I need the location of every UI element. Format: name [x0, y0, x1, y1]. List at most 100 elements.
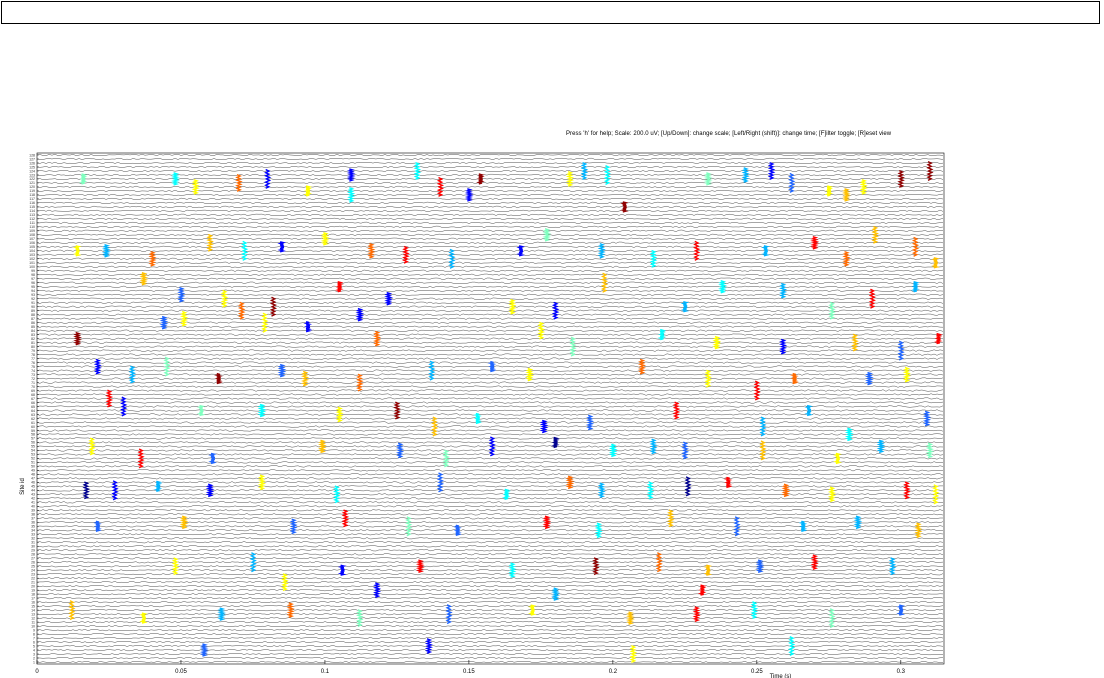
y-tick-label: 83: [31, 333, 35, 337]
y-tick-label: 93: [31, 293, 35, 297]
y-tick-label: 104: [29, 249, 35, 253]
spike-mark: [565, 475, 575, 490]
site-trace-28: [36, 553, 944, 556]
spike-mark: [120, 396, 128, 417]
multichannel-trace-plot[interactable]: 0 0.05 0.1 0.15 0.2 0.25 0.3123456789101112131…: [0, 0, 1104, 678]
spike-mark: [753, 380, 761, 401]
spike-mark: [413, 162, 422, 180]
y-tick-label: 97: [31, 277, 35, 281]
site-trace-47: [36, 477, 944, 480]
spike-mark: [704, 369, 713, 388]
spike-mark: [527, 604, 537, 616]
y-tick-label: 90: [31, 305, 35, 309]
spike-mark: [897, 340, 905, 361]
x-tick-label: 0.25: [751, 669, 763, 675]
spike-mark: [199, 643, 209, 657]
y-tick-label: 18: [31, 592, 35, 596]
y-tick-label: 11: [31, 620, 35, 624]
site-trace-117: [36, 197, 944, 200]
y-tick-label: 15: [31, 604, 35, 608]
y-tick-label: 41: [31, 501, 35, 505]
spike-mark: [741, 167, 750, 183]
y-tick-label: 112: [29, 217, 35, 221]
y-tick-label: 110: [29, 225, 35, 229]
spike-mark: [810, 236, 820, 250]
spike-mark: [88, 437, 96, 456]
y-tick-label: 125: [29, 165, 35, 169]
site-trace-108: [36, 233, 944, 236]
site-trace-78: [36, 353, 944, 356]
site-trace-72: [36, 377, 944, 380]
site-trace-115: [36, 205, 944, 208]
y-tick-label: 47: [31, 477, 35, 481]
site-trace-99: [36, 269, 944, 272]
spike-mark: [139, 272, 149, 286]
y-tick-label: 118: [29, 193, 35, 197]
site-trace-46: [36, 481, 944, 484]
spike-mark: [592, 557, 600, 576]
site-trace-73: [36, 373, 944, 376]
site-trace-128: [36, 154, 944, 156]
site-trace-34: [36, 529, 944, 532]
y-tick-label: 87: [31, 317, 35, 321]
site-trace-83: [36, 333, 944, 336]
site-trace-98: [37, 273, 944, 276]
spike-mark: [373, 330, 382, 347]
site-trace-106: [36, 241, 944, 244]
spike-mark: [235, 173, 243, 192]
spike-mark: [508, 562, 517, 579]
site-trace-85: [36, 325, 944, 328]
y-tick-label: 116: [29, 201, 35, 205]
y-tick-label: 69: [31, 389, 35, 393]
site-trace-41: [36, 501, 944, 504]
site-trace-50: [36, 465, 944, 468]
site-trace-124: [36, 170, 944, 172]
spike-mark: [424, 638, 433, 654]
y-tick-label: 30: [31, 545, 35, 549]
site-trace-42: [36, 497, 944, 500]
y-tick-label: 32: [31, 537, 35, 541]
spike-mark: [289, 518, 298, 535]
y-tick-label: 98: [31, 273, 35, 277]
site-trace-12: [36, 617, 944, 620]
site-trace-66: [36, 401, 944, 404]
y-tick-label: 16: [31, 600, 35, 604]
spike-mark: [681, 441, 690, 460]
spike-mark: [405, 516, 413, 537]
y-tick-label: 113: [29, 213, 35, 217]
site-trace-81: [36, 341, 944, 344]
spike-mark: [111, 480, 119, 501]
y-tick-label: 35: [31, 525, 35, 529]
site-trace-39: [36, 509, 944, 512]
spike-mark: [779, 338, 788, 355]
y-tick-label: 117: [29, 197, 35, 201]
y-tick-label: 44: [31, 489, 35, 493]
y-tick-label: 115: [29, 205, 35, 209]
site-trace-59: [36, 429, 944, 432]
site-trace-3: [36, 653, 944, 655]
spike-mark: [93, 520, 102, 532]
y-tick-label: 52: [31, 457, 35, 461]
site-trace-6: [36, 641, 944, 643]
site-trace-21: [36, 581, 944, 584]
y-tick-label: 2: [33, 656, 35, 660]
y-tick-label: 49: [31, 469, 35, 473]
y-tick-label: 38: [31, 513, 35, 517]
y-tick-label: 1: [33, 660, 35, 664]
site-trace-49: [36, 469, 943, 472]
y-tick-label: 74: [31, 369, 35, 373]
spike-mark: [508, 298, 517, 315]
spike-mark: [237, 301, 246, 320]
y-tick-label: 79: [31, 349, 35, 353]
spike-mark: [804, 404, 814, 417]
site-trace-16: [36, 601, 944, 604]
y-tick-label: 58: [31, 433, 35, 437]
site-trace-94: [36, 289, 944, 292]
site-trace-77: [36, 357, 944, 360]
y-tick-label: 78: [31, 353, 35, 357]
spike-mark: [629, 645, 638, 663]
site-trace-51: [36, 461, 943, 464]
spike-mark: [788, 635, 796, 657]
site-trace-105: [36, 245, 943, 248]
y-tick-label: 72: [31, 377, 35, 381]
